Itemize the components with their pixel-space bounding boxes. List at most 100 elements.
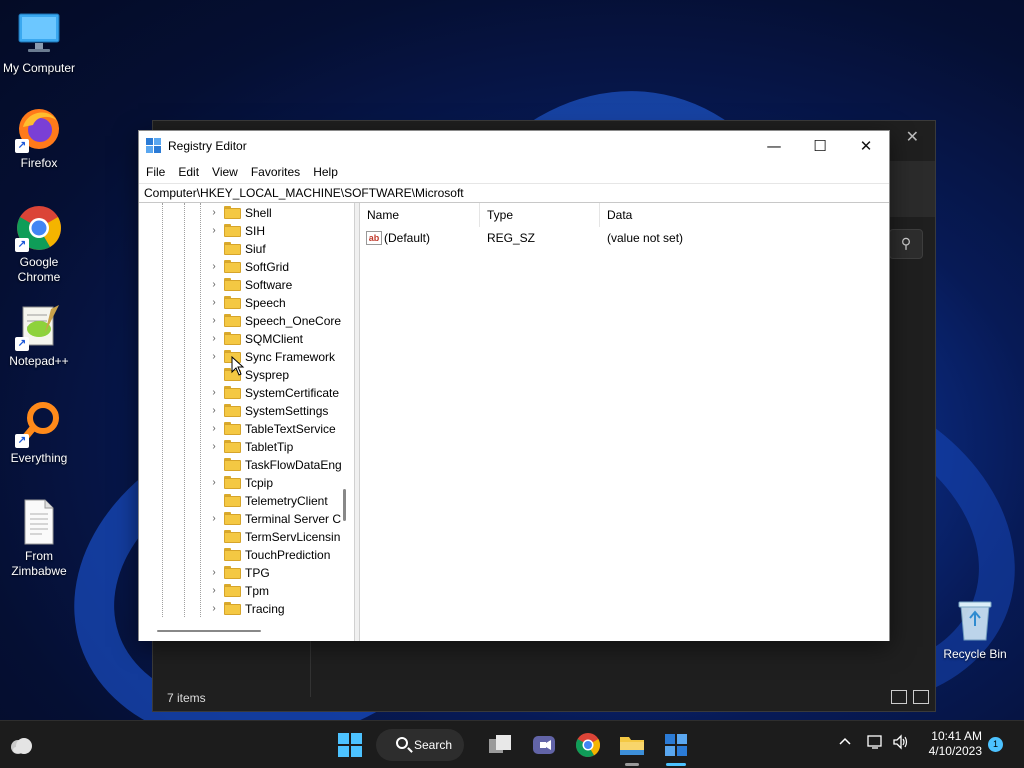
tree-item[interactable]: Sysprep [209,366,349,384]
folder-icon [224,512,241,525]
chevron-right-icon[interactable]: › [209,278,219,292]
tree-item[interactable]: › SystemCertificate [209,384,349,402]
large-icons-view-icon[interactable] [913,690,929,704]
address-bar[interactable]: Computer\HKEY_LOCAL_MACHINE\SOFTWARE\Mic… [139,183,889,203]
tree-item[interactable]: › Sync Framework [209,348,349,366]
desktop-icon-recycle-bin[interactable]: Recycle Bin [936,596,1014,662]
column-header-name[interactable]: Name [360,203,480,227]
tree-item[interactable]: TelemetryClient [209,492,349,510]
close-icon[interactable]: ✕ [906,127,919,146]
tree-item[interactable]: TouchPrediction [209,546,349,564]
tree-item[interactable]: › Tracing [209,600,349,618]
column-header-type[interactable]: Type [480,203,600,227]
tree-item-label: Tracing [245,602,285,616]
menu-edit[interactable]: Edit [171,161,205,183]
tree-item[interactable]: › Terminal Server C [209,510,349,528]
folder-icon [224,296,241,309]
chevron-right-icon[interactable]: › [209,350,219,364]
chevron-right-icon[interactable]: › [209,476,219,490]
tree-item[interactable]: › TPG [209,564,349,582]
tree-item-label: TaskFlowDataEng [245,458,342,472]
tree-item-label: SoftGrid [245,260,290,274]
details-view-icon[interactable] [891,690,907,704]
tree-item[interactable]: TermServLicensin [209,528,349,546]
teams-chat-icon[interactable] [530,731,558,759]
folder-icon [224,566,241,579]
tree-item[interactable]: › Speech_OneCore [209,312,349,330]
start-button[interactable] [336,731,364,759]
tree-item[interactable]: › Software [209,276,349,294]
chevron-right-icon[interactable]: › [209,566,219,580]
tree-item[interactable]: › Shell [209,204,349,222]
chevron-up-icon[interactable] [838,735,852,752]
desktop-icon-from-zimbabwe[interactable]: From Zimbabwe [0,498,78,579]
tree-item-label: Software [245,278,293,292]
menu-help[interactable]: Help [306,161,344,183]
chevron-right-icon[interactable]: › [209,602,219,616]
network-icon[interactable] [866,734,884,753]
registry-editor-window[interactable]: Registry Editor — ☐ ✕ File Edit View Favori… [138,130,890,641]
chevron-right-icon[interactable]: › [209,260,219,274]
chevron-right-icon[interactable]: › [209,332,219,346]
tree-item[interactable]: › Tpm [209,582,349,600]
chrome-icon[interactable] [574,731,602,759]
registry-editor-taskbar-icon[interactable] [662,731,690,766]
tree-item[interactable]: › Speech [209,294,349,312]
desktop-icon-firefox[interactable]: ↗ Firefox [0,105,78,171]
tree-item[interactable]: › SoftGrid [209,258,349,276]
tree-item[interactable]: › SQMClient [209,330,349,348]
menu-favorites[interactable]: Favorites [244,161,306,183]
value-row[interactable]: ab (Default) REG_SZ (value not set) [360,229,889,247]
weather-icon[interactable] [8,733,34,759]
task-view-icon[interactable] [486,731,514,759]
chevron-right-icon[interactable]: › [209,386,219,400]
tree-item[interactable]: Siuf [209,240,349,258]
values-pane[interactable]: Name Type Data ab (Default) REG_SZ (valu… [359,203,889,641]
tree-item[interactable]: TaskFlowDataEng [209,456,349,474]
tree-item[interactable]: › TableTextService [209,420,349,438]
chevron-right-icon[interactable]: › [209,584,219,598]
close-button[interactable]: ✕ [843,131,889,161]
chevron-right-icon[interactable]: › [209,224,219,238]
tree-item[interactable]: › SystemSettings [209,402,349,420]
search-icon[interactable]: ⚲ [889,229,923,259]
chevron-right-icon[interactable]: › [209,422,219,436]
maximize-button[interactable]: ☐ [797,131,843,161]
tree-item[interactable]: › TabletTip [209,438,349,456]
folder-icon [224,422,241,435]
taskbar-search[interactable]: Search [376,729,464,761]
clock[interactable]: 10:41 AM 4/10/2023 [926,729,982,759]
tree-item-label: Speech [245,296,286,310]
volume-icon[interactable] [892,734,910,753]
shortcut-arrow-icon: ↗ [15,337,29,351]
folder-icon [224,242,241,255]
menu-view[interactable]: View [205,161,244,183]
notification-badge[interactable]: 1 [988,737,1003,752]
desktop-icon-everything[interactable]: ↗ Everything [0,400,78,466]
column-header-data[interactable]: Data [600,203,890,227]
desktop-icon-notepadpp[interactable]: ↗ Notepad++ [0,303,78,369]
view-toggle[interactable] [885,690,929,707]
tree-item[interactable]: › SIH [209,222,349,240]
menu-file[interactable]: File [139,161,171,183]
chevron-right-icon[interactable]: › [209,512,219,526]
chevron-right-icon[interactable]: › [209,404,219,418]
chevron-right-icon[interactable]: › [209,440,219,454]
folder-icon [224,494,241,507]
tree-item[interactable]: › Tcpip [209,474,349,492]
tree-item-label: Shell [245,206,272,220]
desktop-icon-chrome[interactable]: ↗ Google Chrome [0,204,78,285]
key-tree-pane[interactable]: › Shell › SIH Siuf › SoftGrid › Software › Speech ›… [139,203,355,641]
mouse-cursor-icon [231,356,245,376]
desktop-icon-my-computer[interactable]: My Computer [0,10,78,76]
file-explorer-icon[interactable] [618,731,646,766]
tree-horizontal-scrollbar[interactable] [157,630,261,632]
title-bar[interactable]: Registry Editor — ☐ ✕ [139,131,889,161]
chevron-right-icon[interactable]: › [209,296,219,310]
chevron-right-icon[interactable]: › [209,314,219,328]
minimize-button[interactable]: — [751,131,797,161]
chevron-right-icon[interactable]: › [209,206,219,220]
folder-icon [224,224,241,237]
